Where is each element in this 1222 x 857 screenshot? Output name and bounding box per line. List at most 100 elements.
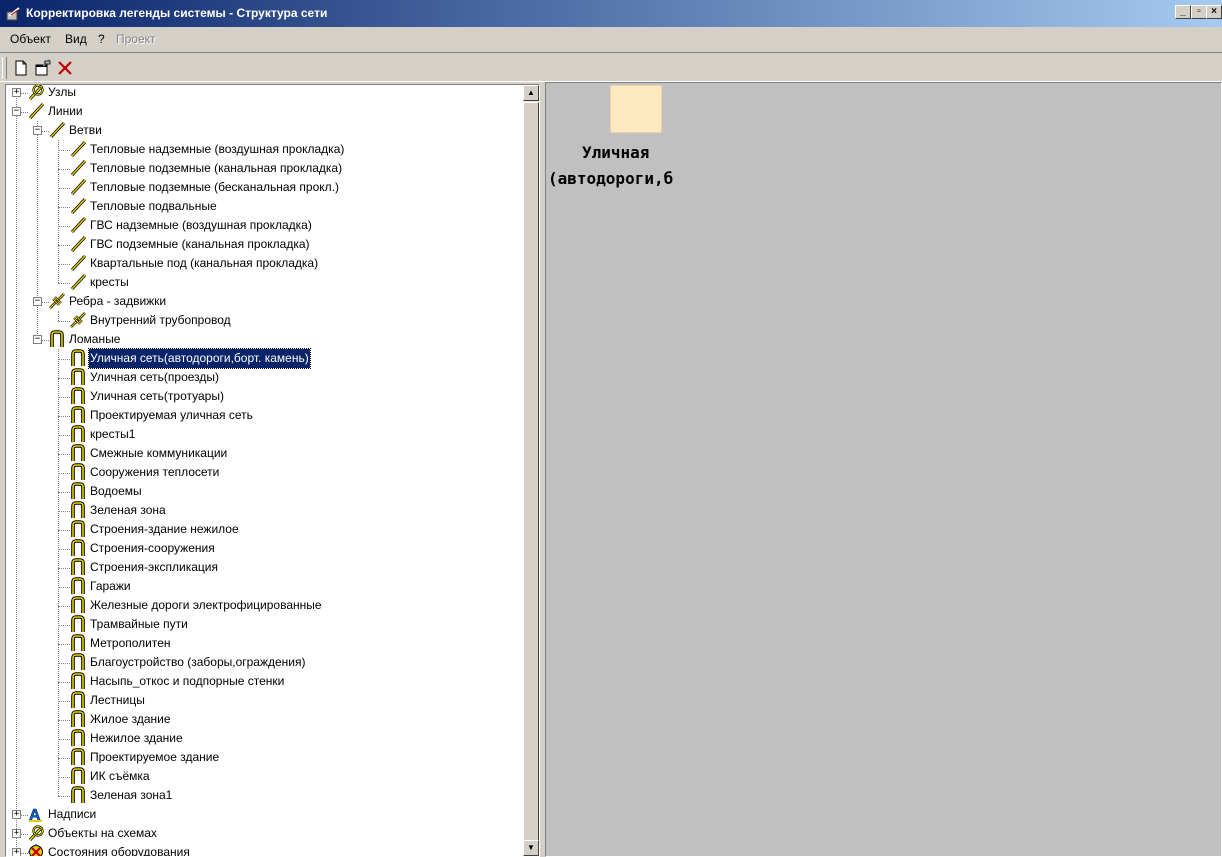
tree-item[interactable]: Сооружения теплосети xyxy=(6,463,521,482)
expand-icon[interactable]: + xyxy=(12,88,21,97)
legend-tree[interactable]: + Узлы − Линии − Ветви Тепловые надземные (воз… xyxy=(5,84,540,857)
tree-item-label: Тепловые подземные (бесканальная прокл.) xyxy=(90,180,339,194)
tree-item[interactable]: Насыпь_откос и подпорные стенки xyxy=(6,672,521,691)
tree-item[interactable]: Жилое здание xyxy=(6,710,521,729)
tree-item-label: Тепловые подземные (канальная прокладка) xyxy=(90,161,343,175)
tree-item[interactable]: Зеленая зона xyxy=(6,501,521,520)
tree-item[interactable]: Тепловые подземные (канальная прокладка) xyxy=(6,159,521,178)
line-icon xyxy=(69,178,87,196)
menu-object[interactable]: Объект xyxy=(10,32,51,46)
tree-item[interactable]: Строения-экспликация xyxy=(6,558,521,577)
collapse-icon[interactable]: − xyxy=(12,107,21,116)
polyline-icon xyxy=(69,748,87,766)
tree-item-label: Уличная сеть(автодороги,борт. камень) xyxy=(88,348,311,369)
tree-item[interactable]: Проектируемое здание xyxy=(6,748,521,767)
collapse-icon[interactable]: − xyxy=(33,297,42,306)
tree-item[interactable]: Строения-сооружения xyxy=(6,539,521,558)
scroll-down-button[interactable]: ▼ xyxy=(523,840,539,856)
polyline-icon xyxy=(69,387,87,405)
tree-item[interactable]: ИК съёмка xyxy=(6,767,521,786)
tree-item[interactable]: Тепловые надземные (воздушная прокладка) xyxy=(6,140,521,159)
tree-item-label: Зеленая зона1 xyxy=(90,788,173,802)
tree-item-label: кресты xyxy=(90,275,129,289)
tree-item-label: ИК съёмка xyxy=(90,769,150,783)
tree-item[interactable]: + Узлы xyxy=(6,85,521,102)
tree-item-label: Объекты на схемах xyxy=(48,826,157,840)
app-icon xyxy=(6,7,20,21)
tree-item[interactable]: Гаражи xyxy=(6,577,521,596)
tree-item[interactable]: Внутренний трубопровод xyxy=(6,311,521,330)
delete-icon[interactable] xyxy=(55,58,75,78)
tree-item[interactable]: Железные дороги электрофицированные xyxy=(6,596,521,615)
tree-item[interactable]: Квартальные под (канальная прокладка) xyxy=(6,254,521,273)
tree-item-label: Тепловые надземные (воздушная прокладка) xyxy=(90,142,345,156)
collapse-icon[interactable]: − xyxy=(33,126,42,135)
expand-icon[interactable]: + xyxy=(12,848,21,856)
tree-item[interactable]: − Линии xyxy=(6,102,521,121)
minimize-button[interactable]: _ xyxy=(1175,5,1191,19)
tree-item[interactable]: Лестницы xyxy=(6,691,521,710)
tree-item[interactable]: − Ветви xyxy=(6,121,521,140)
tree-item[interactable]: Проектируемая уличная сеть xyxy=(6,406,521,425)
line-icon xyxy=(69,273,87,291)
polyline-icon xyxy=(69,539,87,557)
expand-icon[interactable]: + xyxy=(12,829,21,838)
line-icon xyxy=(69,140,87,158)
tree-item[interactable]: кресты1 xyxy=(6,425,521,444)
tree-item[interactable]: Уличная сеть(автодороги,борт. камень) xyxy=(6,348,521,369)
tree-item[interactable]: Тепловые подвальные xyxy=(6,197,521,216)
tree-item-label: Нежилое здание xyxy=(90,731,183,745)
polyline-icon xyxy=(69,349,87,367)
legend-swatch xyxy=(610,85,662,133)
polyline-icon xyxy=(69,444,87,462)
tree-item-label: Квартальные под (канальная прокладка) xyxy=(90,256,319,270)
tree-item[interactable]: Трамвайные пути xyxy=(6,615,521,634)
tree-scrollbar[interactable]: ▲ ▼ xyxy=(523,85,539,856)
tree-item[interactable]: Уличная сеть(проезды) xyxy=(6,368,521,387)
tree-item[interactable]: ГВС надземные (воздушная прокладка) xyxy=(6,216,521,235)
tree-item[interactable]: − Ломаные xyxy=(6,330,521,349)
window-title: Корректировка легенды системы - Структур… xyxy=(26,6,328,20)
tree-item[interactable]: Водоемы xyxy=(6,482,521,501)
toolbar-grip[interactable] xyxy=(2,57,7,79)
tree-item-label: Строения-сооружения xyxy=(90,541,215,555)
tree-item-label: Ломаные xyxy=(69,332,121,346)
tree-item[interactable]: ГВС подземные (канальная прокладка) xyxy=(6,235,521,254)
tree-item[interactable]: + A Надписи xyxy=(6,805,521,824)
tree-item[interactable]: Благоустройство (заборы,ограждения) xyxy=(6,653,521,672)
menu-view[interactable]: Вид xyxy=(65,32,87,46)
tree-item[interactable]: Строения-здание нежилое xyxy=(6,520,521,539)
tree-item-label: Ребра - задвижки xyxy=(69,294,167,308)
tree-item-label: Лестницы xyxy=(90,693,145,707)
tree-item[interactable]: кресты xyxy=(6,273,521,292)
tree-item-label: Железные дороги электрофицированные xyxy=(90,598,322,612)
close-button[interactable]: × xyxy=(1206,5,1222,19)
tree-item[interactable]: Зеленая зона1 xyxy=(6,786,521,805)
maximize-button[interactable]: ▫ xyxy=(1191,5,1207,19)
tree-item-label: ГВС подземные (канальная прокладка) xyxy=(90,237,310,251)
tree-item[interactable]: Метрополитен xyxy=(6,634,521,653)
tree-item-label: Состояния оборудования xyxy=(48,845,190,857)
tree-item[interactable]: Уличная сеть(тротуары) xyxy=(6,387,521,406)
tree-item[interactable]: + Состояния оборудования xyxy=(6,843,521,857)
scroll-up-button[interactable]: ▲ xyxy=(523,85,539,101)
new-icon[interactable] xyxy=(11,58,31,78)
tree-item[interactable]: − Ребра - задвижки xyxy=(6,292,521,311)
properties-icon[interactable] xyxy=(33,58,53,78)
polyline-icon xyxy=(69,368,87,386)
tree-item[interactable]: Тепловые подземные (бесканальная прокл.) xyxy=(6,178,521,197)
polyline-icon xyxy=(69,425,87,443)
tree-item[interactable]: + Объекты на схемах xyxy=(6,824,521,843)
collapse-icon[interactable]: − xyxy=(33,335,42,344)
tree-item-label: ГВС надземные (воздушная прокладка) xyxy=(90,218,312,232)
line-icon xyxy=(27,102,45,120)
menu-project[interactable]: Проект xyxy=(116,32,156,46)
expand-icon[interactable]: + xyxy=(12,810,21,819)
tree-item[interactable]: Смежные коммуникации xyxy=(6,444,521,463)
tree-item-label: Сооружения теплосети xyxy=(90,465,220,479)
tree-item[interactable]: Нежилое здание xyxy=(6,729,521,748)
scroll-thumb[interactable] xyxy=(523,102,539,842)
line-icon xyxy=(48,121,66,139)
node-icon xyxy=(27,824,45,842)
menu-help[interactable]: ? xyxy=(98,32,105,46)
